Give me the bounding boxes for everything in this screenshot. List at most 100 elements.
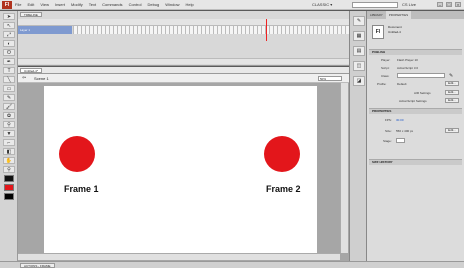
eyedropper-tool-icon[interactable]: ⌐ <box>3 139 15 146</box>
vertical-scrollbar[interactable] <box>340 83 348 253</box>
bone-tool-icon[interactable]: ⚲ <box>3 121 15 128</box>
properties-panel: LIBRARY PROPERTIES Fl Document Untitled-… <box>367 11 464 261</box>
selection-tool-icon[interactable]: ➤ <box>3 13 15 20</box>
menu-help[interactable]: Help <box>186 2 194 7</box>
edit-bar: ⇦ Scene 1 50% <box>18 74 349 83</box>
panel-dock: ✎ ▦ ▤ ◫ ◪ <box>349 11 367 261</box>
profile-value: Default <box>397 82 407 86</box>
player-value: Flash Player 10 <box>397 58 418 62</box>
stage-canvas[interactable]: Frame 1 Frame 2 <box>44 86 317 260</box>
back-arrow-icon[interactable]: ⇦ <box>22 75 26 81</box>
class-label: Class: <box>381 74 390 78</box>
air-settings-label: AIR Settings <box>414 91 431 95</box>
air-edit-button[interactable]: Edit... <box>445 90 459 95</box>
zoom-tool-icon[interactable]: ⚲ <box>3 166 15 173</box>
actions-frame-tab[interactable]: ACTIONS - FRAME <box>20 263 55 268</box>
menu-edit[interactable]: Edit <box>27 2 34 7</box>
size-label: Size: <box>385 129 392 133</box>
script-value: ActionScript 3.0 <box>397 66 419 70</box>
pen-tool-icon[interactable]: ✒ <box>3 58 15 65</box>
minimize-icon[interactable]: – <box>437 2 443 7</box>
black-swatch[interactable] <box>4 193 14 200</box>
tab-properties[interactable]: PROPERTIES <box>385 11 412 19</box>
as-edit-button[interactable]: Edit... <box>445 98 459 103</box>
bottom-panel-bar: ACTIONS - FRAME <box>0 261 464 268</box>
player-label: Player: <box>381 58 391 62</box>
profile-edit-button[interactable]: Edit... <box>445 81 459 86</box>
free-transform-tool-icon[interactable]: ⤢ <box>3 31 15 38</box>
playhead[interactable] <box>266 19 267 41</box>
size-value: 550 x 400 px <box>396 129 414 133</box>
menu-commands[interactable]: Commands <box>102 2 122 7</box>
script-label: Script: <box>381 66 390 70</box>
eraser-tool-icon[interactable]: ◧ <box>3 148 15 155</box>
document-tab[interactable]: Untitled-4* <box>20 68 43 73</box>
panel-tabs: LIBRARY PROPERTIES <box>367 11 464 19</box>
menu-file[interactable]: File <box>15 2 21 7</box>
close-icon[interactable]: × <box>455 2 461 7</box>
maximize-icon[interactable]: □ <box>446 2 452 7</box>
hand-tool-icon[interactable]: ✋ <box>3 157 15 164</box>
align-panel-icon[interactable]: ▤ <box>353 46 365 56</box>
document-icon: Fl <box>372 25 384 39</box>
search-input[interactable] <box>352 2 398 8</box>
properties-section-header[interactable]: PROPERTIES <box>369 108 462 114</box>
size-edit-button[interactable]: Edit... <box>445 128 459 133</box>
subselection-tool-icon[interactable]: ↖ <box>3 22 15 29</box>
timeline-controls[interactable] <box>18 58 349 64</box>
document-info: Fl Document Untitled-4 <box>372 25 402 39</box>
swf-history-section-header[interactable]: SWF HISTORY <box>369 159 462 165</box>
publish-section-header[interactable]: PUBLISH <box>369 49 462 55</box>
timeline-ruler[interactable]: 5 10 15 20 25 30 35 40 45 50 55 60 65 70… <box>18 19 349 32</box>
flash-app-window: Fl File Edit View Insert Modify Text Com… <box>0 0 464 268</box>
menu-window[interactable]: Window <box>165 2 179 7</box>
frame1-label: Frame 1 <box>64 184 99 194</box>
lasso-tool-icon[interactable]: ʘ <box>3 49 15 56</box>
timeline-tab[interactable]: TIMELINE <box>20 12 42 17</box>
layer-frames[interactable] <box>73 26 349 34</box>
zoom-select[interactable]: 50% <box>318 76 342 81</box>
stage-color-swatch[interactable] <box>396 138 405 143</box>
deco-tool-icon[interactable]: ✿ <box>3 112 15 119</box>
3d-rotation-tool-icon[interactable]: ◐ <box>3 40 15 47</box>
document-name: Untitled-4 <box>388 30 401 34</box>
menu-text[interactable]: Text <box>89 2 96 7</box>
red-circle-frame2[interactable] <box>264 136 300 172</box>
workspace-switcher[interactable]: CLASSIC ▾ <box>312 2 344 8</box>
brush-tool-icon[interactable]: 🖌 <box>3 103 15 110</box>
class-input[interactable] <box>397 73 445 78</box>
document-tab-bar: Untitled-4* <box>18 67 349 74</box>
tools-panel: ➤ ↖ ⤢ ◐ ʘ ✒ T ╲ ▭ ✎ 🖌 ✿ ⚲ ▼ ⌐ ◧ ✋ ⚲ <box>0 11 18 261</box>
cs-live-button[interactable]: CS Live <box>402 2 416 7</box>
fps-value[interactable]: 30.00 <box>396 118 404 122</box>
info-panel-icon[interactable]: ◫ <box>353 61 365 71</box>
color-panel-icon[interactable]: ✎ <box>353 16 365 26</box>
red-circle-frame1[interactable] <box>59 136 95 172</box>
menu-insert[interactable]: Insert <box>55 2 65 7</box>
pencil-tool-icon[interactable]: ✎ <box>3 94 15 101</box>
as-settings-label: ActionScript Settings <box>399 99 427 103</box>
line-tool-icon[interactable]: ╲ <box>3 76 15 83</box>
fill-color-swatch[interactable] <box>4 184 14 191</box>
app-logo: Fl <box>2 0 12 9</box>
transform-panel-icon[interactable]: ◪ <box>353 76 365 86</box>
frame2-label: Frame 2 <box>266 184 301 194</box>
fps-label: FPS: <box>385 118 392 122</box>
edit-pencil-icon[interactable]: ✎ <box>449 73 453 79</box>
horizontal-scrollbar[interactable] <box>18 253 340 260</box>
rectangle-tool-icon[interactable]: ▭ <box>3 85 15 92</box>
menu-modify[interactable]: Modify <box>71 2 83 7</box>
text-tool-icon[interactable]: T <box>3 67 15 74</box>
scene-label[interactable]: Scene 1 <box>34 76 49 81</box>
paint-bucket-tool-icon[interactable]: ▼ <box>3 130 15 137</box>
layer-row[interactable]: Layer 1 <box>18 26 72 34</box>
profile-label: Profile: <box>377 82 387 86</box>
menu-view[interactable]: View <box>40 2 49 7</box>
stage-area: Untitled-4* ⇦ Scene 1 50% Frame 1 Frame … <box>18 67 349 261</box>
timeline-panel: TIMELINE 5 10 15 20 25 30 35 40 45 50 55… <box>18 11 349 66</box>
tab-library[interactable]: LIBRARY <box>367 11 386 19</box>
menu-control[interactable]: Control <box>129 2 142 7</box>
menu-debug[interactable]: Debug <box>147 2 159 7</box>
stroke-color-swatch[interactable] <box>4 175 14 182</box>
swatches-panel-icon[interactable]: ▦ <box>353 31 365 41</box>
